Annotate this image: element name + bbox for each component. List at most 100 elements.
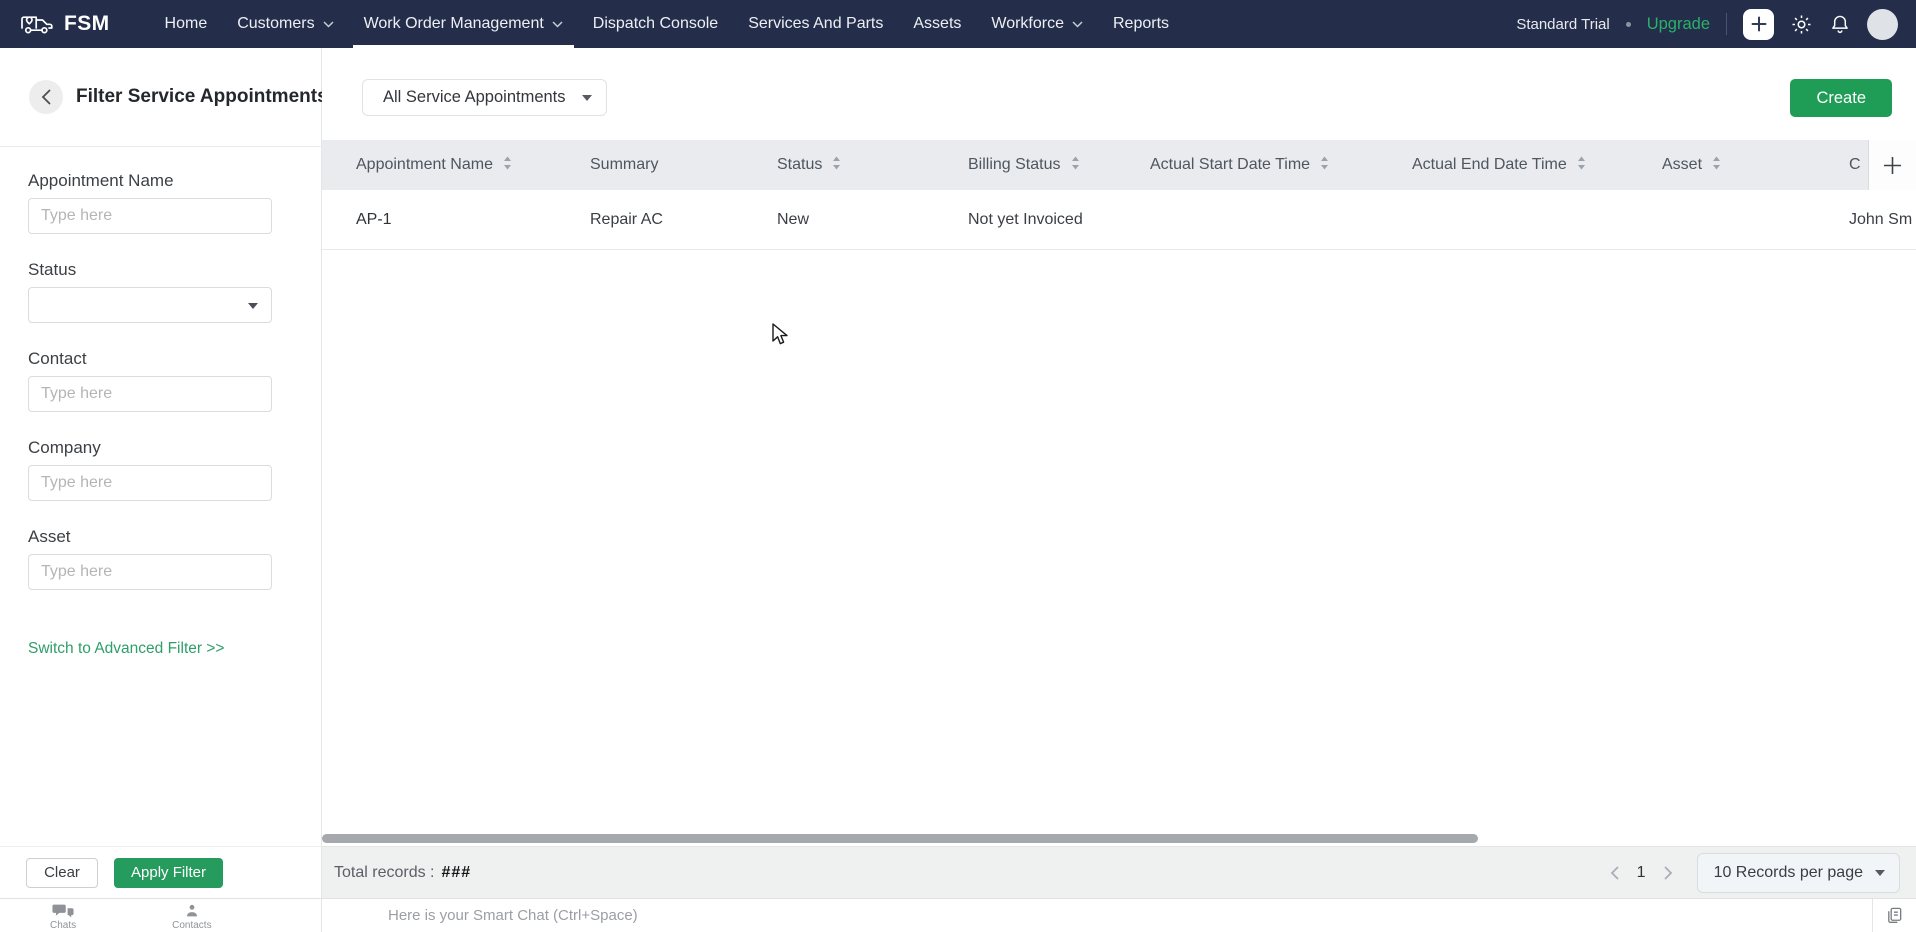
bell-icon bbox=[1829, 13, 1851, 36]
sort-arrows-icon[interactable] bbox=[1577, 156, 1586, 175]
filter-sidebar-header: Filter Service Appointments bbox=[0, 48, 321, 147]
column-header-actual-end-date-time[interactable]: Actual End Date Time bbox=[1412, 156, 1662, 175]
chats-button[interactable]: Chats bbox=[50, 901, 76, 931]
contact-input[interactable] bbox=[28, 376, 272, 412]
status-select[interactable] bbox=[28, 287, 272, 323]
main-nav: Home Customers Work Order Management Dis… bbox=[150, 0, 1185, 48]
notifications-button[interactable] bbox=[1829, 13, 1851, 36]
table-header: Appointment Name Summary Status Billing … bbox=[322, 140, 1916, 190]
plus-icon bbox=[1751, 16, 1767, 32]
filter-fields: Appointment Name Status Contact Company … bbox=[0, 147, 321, 846]
field-label: Asset bbox=[28, 527, 293, 546]
chevron-left-icon bbox=[41, 89, 51, 105]
person-icon bbox=[184, 903, 200, 919]
horizontal-scrollbar[interactable] bbox=[322, 834, 1478, 843]
nav-item-workforce[interactable]: Workforce bbox=[976, 0, 1098, 48]
next-page-button[interactable] bbox=[1658, 860, 1679, 886]
appointment-name-input[interactable] bbox=[28, 198, 272, 234]
chevron-down-icon bbox=[1072, 15, 1083, 33]
top-nav: FSM Home Customers Work Order Management… bbox=[0, 0, 1916, 48]
cell-status: New bbox=[777, 211, 968, 229]
chevron-down-icon bbox=[323, 15, 334, 33]
sort-arrows-icon[interactable] bbox=[1320, 156, 1329, 175]
apply-filter-button[interactable]: Apply Filter bbox=[114, 858, 223, 888]
plus-icon bbox=[1883, 156, 1902, 175]
back-button[interactable] bbox=[29, 80, 63, 114]
sort-arrows-icon[interactable] bbox=[1712, 156, 1721, 175]
clear-button[interactable]: Clear bbox=[26, 858, 98, 888]
field-label: Status bbox=[28, 260, 293, 279]
column-header-asset[interactable]: Asset bbox=[1662, 156, 1849, 175]
asset-input[interactable] bbox=[28, 554, 272, 590]
chevron-down-icon bbox=[582, 95, 592, 106]
column-header-summary[interactable]: Summary bbox=[590, 156, 777, 174]
horizontal-scrollbar-track bbox=[322, 832, 1916, 846]
sort-arrows-icon[interactable] bbox=[503, 156, 512, 175]
nav-right-cluster: Standard Trial Upgrade bbox=[1516, 9, 1898, 40]
view-selector[interactable]: All Service Appointments bbox=[362, 79, 607, 116]
field-asset: Asset bbox=[28, 527, 293, 590]
sort-arrows-icon[interactable] bbox=[1071, 156, 1080, 175]
create-button[interactable]: Create bbox=[1790, 79, 1892, 117]
settings-button[interactable] bbox=[1790, 13, 1813, 36]
upgrade-link[interactable]: Upgrade bbox=[1647, 15, 1710, 34]
nav-item-assets[interactable]: Assets bbox=[898, 0, 976, 48]
pagination: 1 10 Records per page bbox=[1604, 853, 1900, 893]
nav-item-work-order-management[interactable]: Work Order Management bbox=[349, 0, 578, 48]
field-contact: Contact bbox=[28, 349, 293, 412]
records-per-page-selector[interactable]: 10 Records per page bbox=[1697, 853, 1900, 893]
field-appointment-name: Appointment Name bbox=[28, 171, 293, 234]
current-page[interactable]: 1 bbox=[1637, 864, 1646, 882]
total-records: Total records : ### bbox=[334, 864, 471, 882]
column-header-status[interactable]: Status bbox=[777, 156, 968, 175]
column-header-actual-start-date-time[interactable]: Actual Start Date Time bbox=[1150, 156, 1412, 175]
chevron-down-icon bbox=[1875, 870, 1885, 881]
contacts-button[interactable]: Contacts bbox=[172, 901, 211, 931]
list-footer: Total records : ### 1 10 Records per pag… bbox=[322, 846, 1916, 898]
filter-sidebar: Filter Service Appointments Appointment … bbox=[0, 48, 322, 898]
page-title: Filter Service Appointments bbox=[76, 86, 328, 108]
notes-panel-button[interactable] bbox=[1872, 899, 1916, 932]
smart-chat-input[interactable]: Here is your Smart Chat (Ctrl+Space) bbox=[322, 899, 1872, 932]
add-column-button[interactable] bbox=[1868, 140, 1916, 190]
bottom-dock: Chats Contacts bbox=[0, 899, 322, 932]
dot-separator bbox=[1626, 22, 1631, 27]
column-header-billing-status[interactable]: Billing Status bbox=[968, 156, 1150, 175]
chat-bubbles-icon bbox=[52, 903, 74, 919]
cell-appointment-name[interactable]: AP-1 bbox=[356, 211, 590, 229]
table-row[interactable]: AP-1 Repair AC New Not yet Invoiced John… bbox=[322, 190, 1916, 250]
list-view: All Service Appointments Create Appointm… bbox=[322, 48, 1916, 898]
field-label: Appointment Name bbox=[28, 171, 293, 190]
bottom-bar: Chats Contacts Here is your Smart Chat (… bbox=[0, 898, 1916, 932]
field-company: Company bbox=[28, 438, 293, 501]
filter-actions: Clear Apply Filter bbox=[0, 846, 321, 898]
quick-create-button[interactable] bbox=[1743, 9, 1774, 40]
trial-badge: Standard Trial bbox=[1516, 16, 1609, 33]
table-empty-area bbox=[322, 250, 1916, 832]
truck-icon bbox=[20, 11, 54, 37]
field-label: Company bbox=[28, 438, 293, 457]
cell-billing-status: Not yet Invoiced bbox=[968, 211, 1150, 229]
cell-clipped: John Sm bbox=[1849, 211, 1916, 229]
advanced-filter-link[interactable]: Switch to Advanced Filter >> bbox=[28, 640, 224, 658]
vertical-divider bbox=[1726, 13, 1727, 35]
nav-item-customers[interactable]: Customers bbox=[222, 0, 348, 48]
column-header-appointment-name[interactable]: Appointment Name bbox=[356, 156, 590, 175]
sort-arrows-icon[interactable] bbox=[832, 156, 841, 175]
nav-item-reports[interactable]: Reports bbox=[1098, 0, 1184, 48]
nav-item-dispatch-console[interactable]: Dispatch Console bbox=[578, 0, 733, 48]
nav-item-services-and-parts[interactable]: Services And Parts bbox=[733, 0, 898, 48]
brand[interactable]: FSM bbox=[20, 11, 110, 37]
previous-page-button[interactable] bbox=[1604, 860, 1625, 886]
app-body: Filter Service Appointments Appointment … bbox=[0, 48, 1916, 898]
avatar[interactable] bbox=[1867, 9, 1898, 40]
nav-item-home[interactable]: Home bbox=[150, 0, 223, 48]
field-label: Contact bbox=[28, 349, 293, 368]
company-input[interactable] bbox=[28, 465, 272, 501]
brand-name: FSM bbox=[64, 12, 110, 36]
cell-summary: Repair AC bbox=[590, 211, 777, 229]
field-status: Status bbox=[28, 260, 293, 323]
list-toolbar: All Service Appointments Create bbox=[322, 48, 1916, 140]
copy-icon bbox=[1885, 906, 1904, 925]
gear-icon bbox=[1790, 13, 1813, 36]
